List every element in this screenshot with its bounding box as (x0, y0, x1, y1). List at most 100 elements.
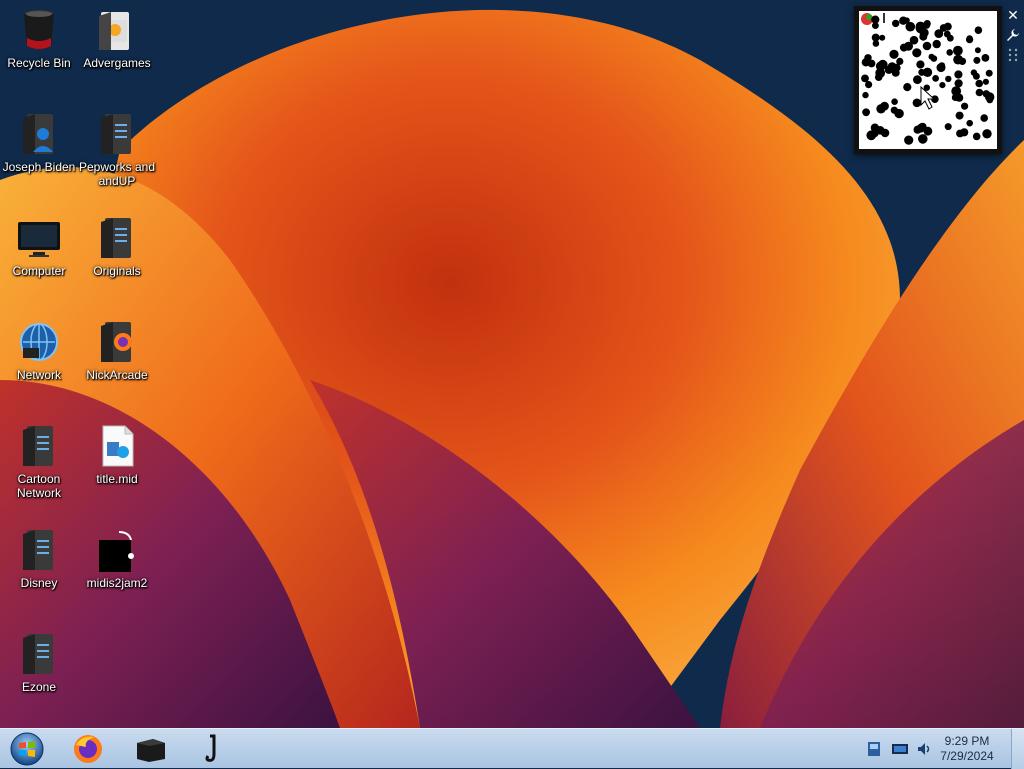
display-icon (892, 744, 908, 754)
firefox-folder-icon (93, 318, 141, 366)
gadget-dot (972, 132, 981, 141)
gadget-dot (961, 102, 969, 110)
gadget-dots-canvas (861, 13, 995, 145)
gadget-dot (981, 54, 990, 62)
gadget-dot (896, 57, 904, 65)
folder-icon (15, 422, 63, 470)
desktop-icon-label: Computer (12, 264, 66, 278)
network-adapter-icon (868, 742, 880, 756)
desktop-icon-label: Originals (93, 264, 141, 278)
desktop-icon-disney[interactable]: Disney (0, 526, 78, 590)
gadget-dot (939, 82, 946, 89)
gadget-dot (862, 108, 870, 117)
gadget-dot (938, 62, 946, 69)
gadget-dot (986, 96, 994, 104)
gadget-dot (966, 119, 973, 127)
grip-icon[interactable] (1004, 46, 1022, 64)
firefox-icon (74, 735, 102, 763)
desktop-icon-cartoon-network[interactable]: Cartoon Network (0, 422, 78, 500)
gadget-dot (874, 73, 883, 81)
gadget-dot (922, 41, 932, 51)
gadget-dot (904, 135, 914, 145)
desktop-icon-network[interactable]: Network (0, 318, 78, 382)
gadget-dot (982, 129, 992, 139)
desktop-icon-label: NickArcade (86, 368, 148, 382)
network-globe-icon (15, 318, 63, 366)
tray-display[interactable] (888, 731, 912, 767)
desktop-gadget[interactable]: ✕ (854, 6, 1024, 156)
desktop-icon-label: Ezone (21, 680, 57, 694)
gadget-dot (982, 90, 990, 98)
taskbar-firefox[interactable] (64, 731, 112, 767)
user-folder-icon (15, 110, 63, 158)
desktop-icon-title-mid[interactable]: title.mid (78, 422, 156, 486)
gadget-dot (951, 86, 962, 96)
gadget-dot (932, 75, 939, 82)
desktop-icon-midis2jam2[interactable]: midis2jam2 (78, 526, 156, 590)
desktop-icon-ezone[interactable]: Ezone (0, 630, 78, 694)
gadget-dot (913, 75, 922, 85)
folder-icon (93, 110, 141, 158)
windows-start-orb-icon (10, 732, 44, 766)
desktop-icon-label: Network (16, 368, 61, 382)
clock-time: 9:29 PM (944, 734, 990, 748)
gadget-dot (975, 88, 984, 97)
gadget-dot (946, 49, 953, 56)
gadget-dot (891, 98, 898, 105)
taskbar: 9:29 PM 7/29/2024 (0, 728, 1024, 769)
gadget-dot (899, 43, 908, 52)
gadget-board[interactable] (859, 11, 997, 149)
desktop-icon-originals[interactable]: Originals (78, 214, 156, 278)
close-icon[interactable]: ✕ (1004, 6, 1022, 24)
gadget-dot (945, 75, 952, 83)
desktop-icon-label: Advergames (83, 56, 151, 70)
speaker-icon (918, 743, 930, 755)
wrench-icon[interactable] (1004, 26, 1022, 44)
gadget-dot (892, 19, 900, 28)
desktop-icon-label: Cartoon Network (16, 472, 61, 500)
gadget-dot (879, 34, 886, 41)
gadget-dot (985, 69, 993, 77)
gadget-dot (915, 21, 926, 32)
gadget-dot (980, 114, 988, 122)
gadget-dot (872, 22, 879, 29)
gadget-frame (854, 6, 1002, 154)
gadget-dot (932, 39, 941, 49)
gadget-dot (953, 45, 963, 56)
start-button[interactable] (4, 731, 50, 767)
gadget-dot (890, 63, 897, 70)
gadget-dot (974, 26, 983, 34)
gadget-dot (861, 74, 869, 83)
gadget-dot (912, 48, 922, 58)
gadget-dot (928, 53, 935, 60)
show-desktop-button[interactable] (1011, 729, 1024, 769)
black-box-icon (137, 739, 165, 762)
taskbar-clock[interactable]: 9:29 PM 7/29/2024 (932, 734, 1002, 764)
gadget-dot (956, 129, 964, 138)
tray-network-adapter[interactable] (862, 731, 886, 767)
folder-icon (15, 630, 63, 678)
desktop-icon-label: Joseph Biden (2, 160, 76, 174)
midi-file-icon (93, 422, 141, 470)
desktop-icon-recycle-bin[interactable]: Recycle Bin (0, 6, 78, 70)
gadget-dot (944, 123, 952, 131)
gadget-dot (890, 106, 898, 114)
gadget-dot (903, 17, 910, 24)
gadget-dot (975, 79, 983, 88)
taskbar-terminal[interactable] (126, 731, 174, 767)
gadget-dot (953, 54, 963, 65)
desktop-icon-computer[interactable]: Computer (0, 214, 78, 278)
folder-icon (15, 526, 63, 574)
desktop-icon-pepworks-and-andup[interactable]: Pepworks and andUP (78, 110, 156, 188)
desktop-icon-label: Recycle Bin (7, 56, 71, 70)
desktop-icon-advergames[interactable]: Advergames (78, 6, 156, 70)
gadget-dot (970, 69, 978, 76)
gadget-dot (946, 34, 954, 42)
taskbar-saxophone[interactable] (190, 731, 238, 767)
folder-icon (93, 214, 141, 262)
gadget-dot (973, 56, 981, 64)
gadget-dot (965, 35, 974, 44)
gadget-dot (955, 111, 964, 120)
desktop-icon-nickarcade[interactable]: NickArcade (78, 318, 156, 382)
desktop-icon-joseph-biden[interactable]: Joseph Biden (0, 110, 78, 174)
